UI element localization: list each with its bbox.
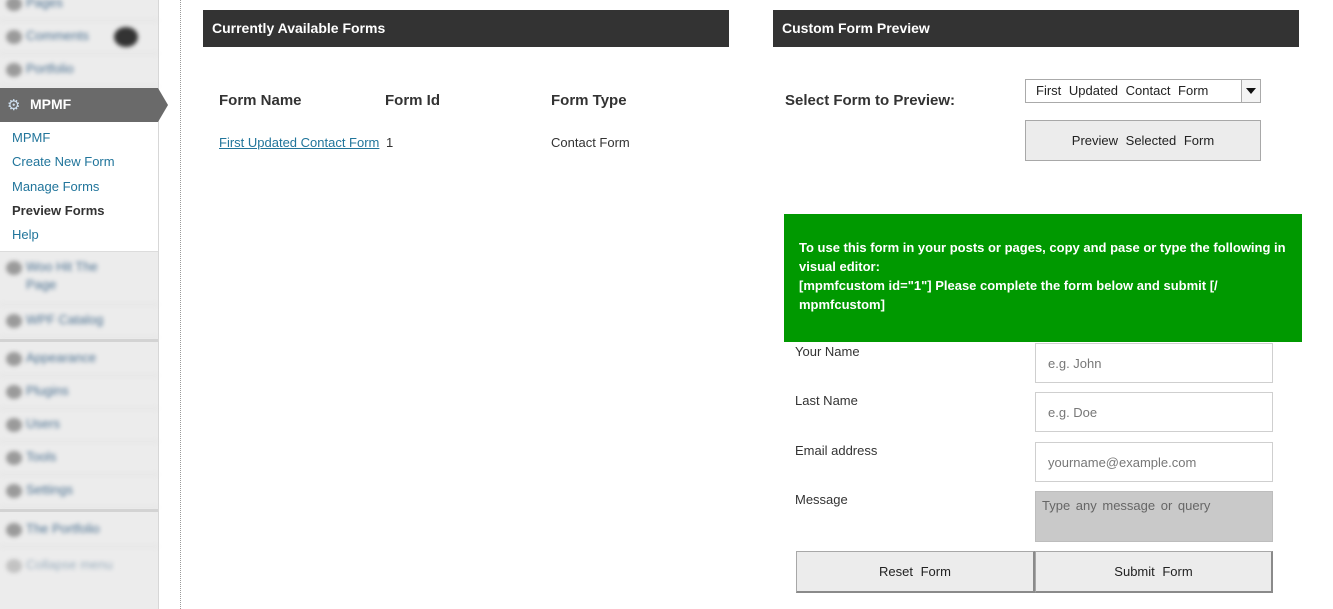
settings-icon xyxy=(6,484,22,498)
sidebar-item-settings[interactable]: Settings xyxy=(0,475,158,508)
message-label: Message xyxy=(795,492,848,507)
comment-count-badge xyxy=(114,27,138,47)
email-field[interactable] xyxy=(1035,442,1273,482)
sidebar-item-users[interactable]: Users xyxy=(0,409,158,442)
gear-icon: ⚙ xyxy=(7,97,21,114)
sidebar-item-label: Portfolio xyxy=(26,61,74,76)
preview-selected-form-button[interactable]: Preview Selected Form xyxy=(1025,120,1261,161)
menu-separator xyxy=(0,509,158,512)
plugins-icon xyxy=(6,385,22,399)
form-type-cell: Contact Form xyxy=(551,135,630,150)
submenu-item-manage-forms[interactable]: Manage Forms xyxy=(12,179,99,194)
portfolio-icon xyxy=(6,523,22,537)
sidebar-item-label: Comments xyxy=(26,28,89,43)
tools-icon xyxy=(6,451,22,465)
sidebar-item-label: Users xyxy=(26,416,60,431)
sidebar-item-plugins[interactable]: Plugins xyxy=(0,376,158,409)
mpmf-submenu: MPMF Create New Form Manage Forms Previe… xyxy=(0,122,158,252)
form-name-link[interactable]: First Updated Contact Form xyxy=(219,135,379,150)
table-row: First Updated Contact Form xyxy=(219,135,379,150)
sidebar-item-label: MPMF xyxy=(30,96,72,112)
pages-icon xyxy=(6,0,22,11)
column-header-form-name: Form Name xyxy=(219,92,302,109)
submenu-item-mpmf[interactable]: MPMF xyxy=(12,130,50,145)
sidebar-item-woo-plugin[interactable]: Woo Hit The Page xyxy=(0,252,158,305)
form-select-dropdown[interactable]: First Updated Contact Form xyxy=(1025,79,1261,103)
sidebar-item-label: Pages xyxy=(26,0,63,10)
catalog-icon xyxy=(6,314,22,328)
sidebar-item-label: Woo Hit The xyxy=(26,259,98,274)
reset-form-button[interactable]: Reset Form xyxy=(796,551,1035,593)
portfolio-icon xyxy=(6,63,22,77)
collapse-menu-button[interactable]: Collapse menu xyxy=(0,550,158,582)
appearance-icon xyxy=(6,352,22,366)
form-preview-header: Custom Form Preview xyxy=(773,10,1299,47)
sidebar-item-mpmf[interactable]: ⚙ MPMF xyxy=(0,88,168,122)
sidebar-item-label: Collapse menu xyxy=(26,557,113,572)
sidebar-item-pages[interactable]: Pages xyxy=(0,0,158,21)
sidebar-item-label: WPF Catalog xyxy=(26,312,104,327)
submenu-item-help[interactable]: Help xyxy=(12,227,39,242)
submit-form-button[interactable]: Submit Form xyxy=(1035,551,1273,593)
notice-shortcode: [mpmfcustom id="1"] Please complete the … xyxy=(799,278,1218,312)
content-divider xyxy=(180,0,181,609)
menu-separator xyxy=(0,339,158,342)
users-icon xyxy=(6,418,22,432)
plugin-icon xyxy=(6,261,22,275)
available-forms-header: Currently Available Forms xyxy=(203,10,729,47)
sidebar-item-wpf-catalog[interactable]: WPF Catalog xyxy=(0,305,158,338)
sidebar-item-label: Tools xyxy=(26,449,57,464)
message-textarea[interactable] xyxy=(1035,491,1273,542)
sidebar-item-label: Plugins xyxy=(26,383,69,398)
chevron-down-icon[interactable] xyxy=(1241,80,1260,102)
sidebar-item-label: Page xyxy=(26,277,57,292)
admin-sidebar: Pages Comments Portfolio ⚙ MPMF MPMF Cre… xyxy=(0,0,168,609)
form-id-cell: 1 xyxy=(386,135,394,150)
sidebar-item-appearance[interactable]: Appearance xyxy=(0,343,158,376)
your-name-label: Your Name xyxy=(795,344,860,359)
sidebar-item-tools[interactable]: Tools xyxy=(0,442,158,475)
sidebar-item-the-portfolio[interactable]: The Portfolio xyxy=(0,514,158,547)
collapse-icon xyxy=(6,559,22,573)
submenu-item-preview-forms[interactable]: Preview Forms xyxy=(12,203,105,218)
sidebar-item-comments[interactable]: Comments xyxy=(0,21,158,54)
sidebar-item-label: Settings xyxy=(26,482,73,497)
sidebar-item-label: The Portfolio xyxy=(26,521,100,536)
shortcode-notice: To use this form in your posts or pages,… xyxy=(784,214,1302,342)
last-name-input[interactable] xyxy=(1035,392,1273,432)
notice-instructions: To use this form in your posts or pages,… xyxy=(799,240,1286,274)
select-form-label: Select Form to Preview: xyxy=(785,92,956,109)
last-name-label: Last Name xyxy=(795,393,858,408)
submenu-item-create-new-form[interactable]: Create New Form xyxy=(12,154,115,169)
comments-icon xyxy=(6,30,22,44)
sidebar-item-portfolio[interactable]: Portfolio xyxy=(0,54,158,87)
selected-form-value: First Updated Contact Form xyxy=(1036,83,1209,98)
email-address-label: Email address xyxy=(795,443,878,458)
active-menu-arrow xyxy=(158,88,168,122)
column-header-form-type: Form Type xyxy=(551,92,627,109)
column-header-form-id: Form Id xyxy=(385,92,440,109)
sidebar-item-label: Appearance xyxy=(26,350,97,365)
your-name-input[interactable] xyxy=(1035,343,1273,383)
